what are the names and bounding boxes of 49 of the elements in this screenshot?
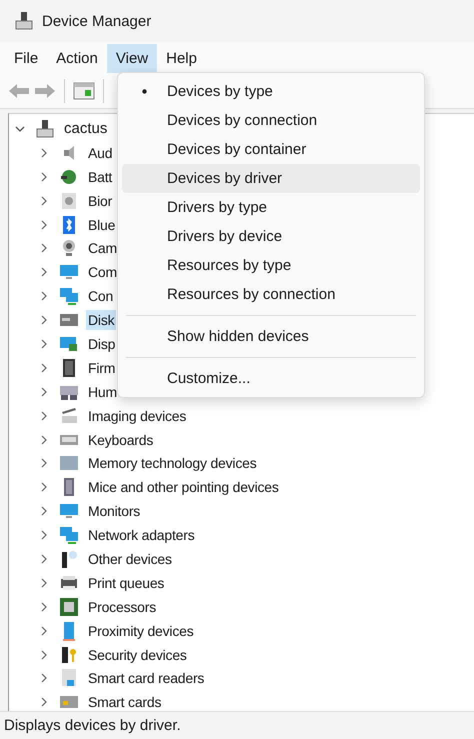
menu-item[interactable]: Devices by driver — [122, 164, 420, 193]
menu-item[interactable]: Resources by connection — [122, 280, 420, 309]
scanner-icon — [59, 406, 79, 426]
menu-bar-item[interactable]: File — [5, 44, 48, 72]
menu-item[interactable]: Drivers by type — [122, 193, 420, 222]
menu-bar-item[interactable]: Action — [47, 44, 107, 72]
key-lock-icon — [59, 644, 79, 665]
window-title: Device Manager — [42, 12, 152, 30]
network-icon — [59, 525, 79, 546]
tree-item[interactable]: Imaging devices — [86, 406, 188, 426]
properties-icon[interactable] — [73, 81, 95, 101]
tree-item[interactable]: Aud — [86, 142, 114, 163]
status-text: Displays devices by driver. — [4, 717, 181, 734]
tree-item[interactable]: cactus — [62, 118, 110, 140]
tree-item[interactable]: Network adapters — [86, 525, 197, 546]
tree-item[interactable]: Batt — [86, 166, 114, 187]
menu-item[interactable]: Devices by container — [122, 135, 420, 164]
tree-item[interactable]: Disp — [86, 334, 118, 354]
tree-item[interactable]: Memory technology devices — [86, 453, 259, 474]
computer-icon — [14, 11, 34, 31]
menu-bar-item[interactable]: Help — [157, 44, 206, 72]
tree-item[interactable]: Firm — [86, 358, 118, 378]
tree-item[interactable]: Con — [86, 286, 116, 306]
menu-item[interactable]: Resources by type — [122, 251, 420, 280]
tree-item[interactable]: Smart card readers — [86, 668, 206, 688]
tree-item[interactable]: Proximity devices — [86, 620, 196, 641]
tree-item[interactable]: Bior — [86, 190, 114, 211]
menu-item[interactable]: Customize... — [122, 364, 420, 393]
tree-item[interactable]: Hum — [86, 382, 119, 402]
tree-item[interactable]: Print queues — [86, 572, 166, 593]
tree-item[interactable]: Keyboards — [86, 430, 156, 450]
tree-item[interactable]: Disk — [86, 310, 116, 330]
tree-item[interactable]: Smart cards — [86, 692, 164, 711]
menu-item[interactable]: Show hidden devices — [122, 322, 420, 351]
tree-item[interactable]: Monitors — [86, 501, 142, 522]
computer-icon — [35, 118, 55, 139]
tree-item[interactable]: Cam — [86, 238, 119, 258]
card-reader-icon — [59, 668, 79, 688]
menu-item[interactable]: Devices by connection — [122, 106, 420, 135]
tree-item[interactable]: Blue — [86, 214, 118, 234]
menu-bar-item[interactable]: View — [106, 44, 158, 72]
tree-item[interactable]: Security devices — [86, 644, 189, 665]
network-icon — [59, 286, 79, 306]
menu-item[interactable]: Drivers by device — [122, 222, 420, 251]
tree-item[interactable]: Other devices — [86, 548, 174, 569]
processor-icon — [59, 596, 79, 617]
tree-item[interactable]: Processors — [86, 596, 158, 617]
tree-item[interactable]: Com — [86, 262, 119, 282]
tree-item[interactable]: Mice and other pointing devices — [86, 477, 281, 498]
